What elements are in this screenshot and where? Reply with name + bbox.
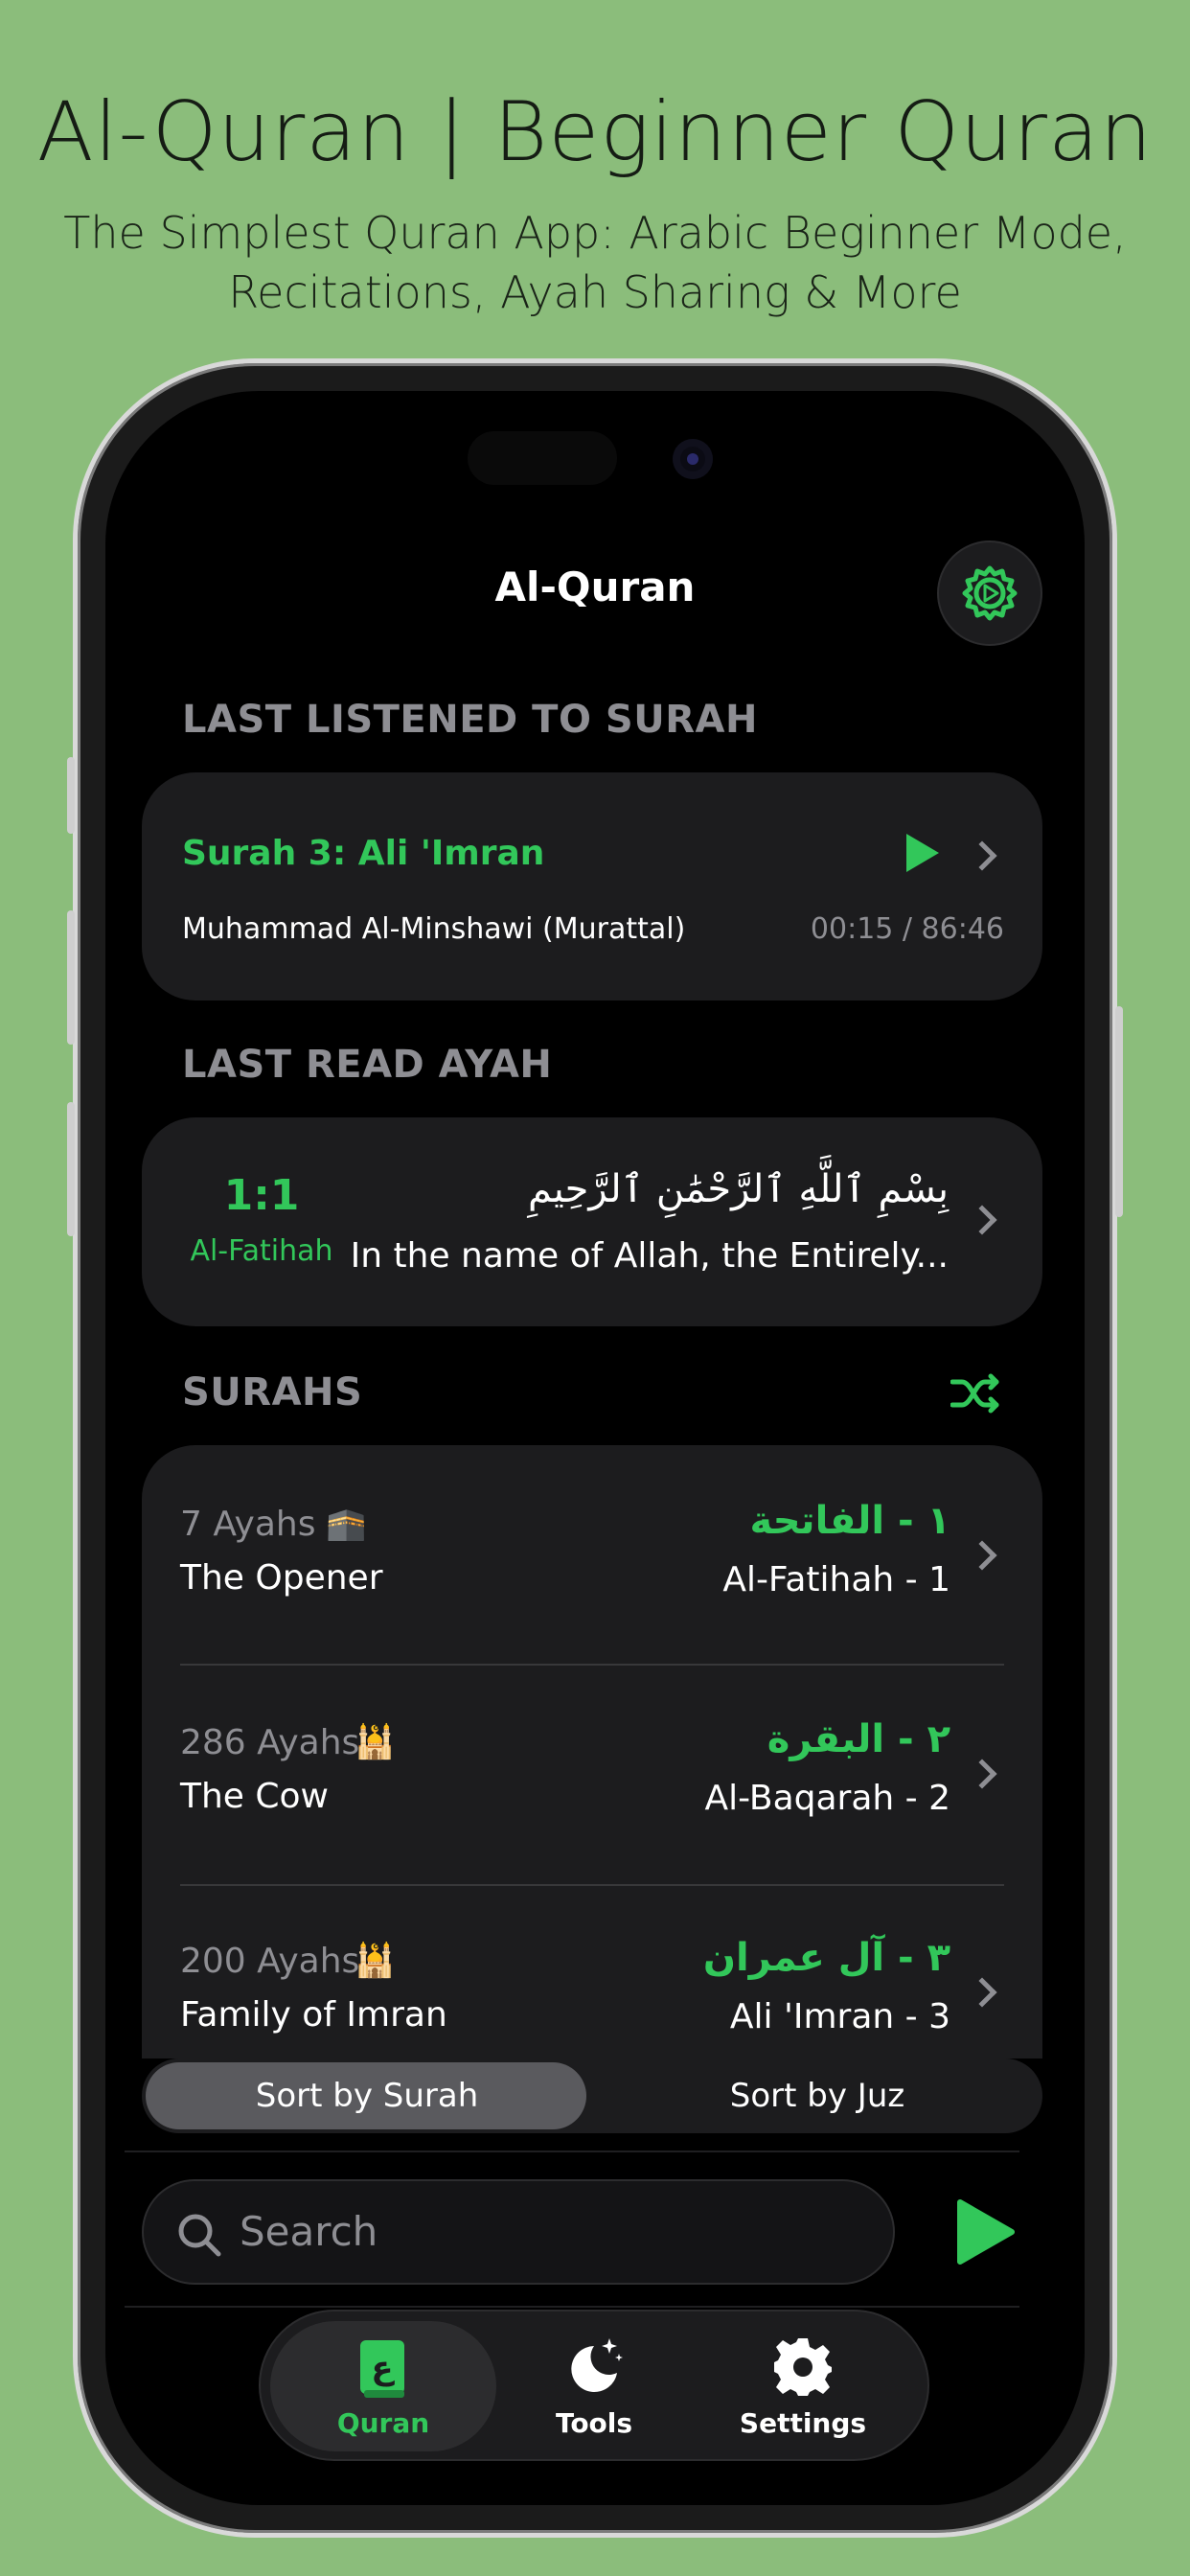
svg-text:ع: ع bbox=[371, 2349, 395, 2387]
last-listened-surah: Surah 3: Ali 'Imran bbox=[182, 834, 545, 873]
tabbar-top-divider bbox=[125, 2306, 1019, 2308]
quran-book-icon: ع bbox=[360, 2340, 404, 2398]
gear-play-icon bbox=[962, 565, 1018, 621]
surah-ayah-count: 200 Ayahs bbox=[180, 1942, 360, 1981]
moon-stars-icon bbox=[571, 2338, 623, 2392]
front-camera bbox=[673, 439, 713, 479]
gear-icon bbox=[774, 2338, 832, 2396]
surah-arabic-name: ٢ - البقرة bbox=[767, 1717, 950, 1761]
surahs-section-label: SURAHS bbox=[182, 1370, 363, 1414]
tab-bar: ع Quran Tools Settings bbox=[259, 2310, 929, 2461]
chevron-right-icon bbox=[967, 1977, 997, 2008]
play-all-button[interactable] bbox=[956, 2198, 1016, 2266]
dynamic-island bbox=[468, 431, 617, 485]
play-icon[interactable] bbox=[906, 834, 939, 872]
surah-english-name: The Cow bbox=[180, 1777, 330, 1816]
surah-transliteration: Al-Baqarah - 2 bbox=[704, 1779, 950, 1818]
surah-ayah-count: 7 Ayahs bbox=[180, 1505, 316, 1544]
surah-row-3[interactable]: 200 Ayahs 🕌 Family of Imran ٣ - آل عمران… bbox=[142, 1886, 1042, 2058]
tab-tools-label: Tools bbox=[555, 2407, 633, 2439]
chevron-right-icon bbox=[967, 840, 997, 871]
surah-transliteration: Ali 'Imran - 3 bbox=[729, 1997, 950, 2036]
last-listened-section-label: LAST LISTENED TO SURAH bbox=[182, 698, 758, 742]
surah-english-name: The Opener bbox=[180, 1558, 383, 1598]
kaaba-icon: 🕋 bbox=[326, 1505, 367, 1543]
surah-row-1[interactable]: 7 Ayahs 🕋 The Opener ١ - الفاتحة Al-Fati… bbox=[142, 1445, 1042, 1664]
last-listened-time: 00:15 / 86:46 bbox=[810, 912, 1004, 946]
last-listened-card[interactable]: Surah 3: Ali 'Imran Muhammad Al-Minshawi… bbox=[142, 772, 1042, 1000]
promo-subtitle-line-2: Recitations, Ayah Sharing & More bbox=[228, 266, 962, 318]
promo-subtitle-line-1: The Simplest Quran App: Arabic Beginner … bbox=[63, 207, 1127, 259]
promo-subtitle: The Simplest Quran App: Arabic Beginner … bbox=[57, 203, 1133, 322]
tab-settings[interactable]: Settings bbox=[707, 2312, 899, 2463]
last-read-arabic: بِسْمِ ٱللَّهِ ٱلرَّحْمَٰنِ ٱلرَّحِيمِ bbox=[527, 1167, 949, 1211]
mosque-icon: 🕌 bbox=[355, 1723, 396, 1761]
tab-quran-label: Quran bbox=[336, 2407, 430, 2439]
surah-list: 7 Ayahs 🕋 The Opener ١ - الفاتحة Al-Fati… bbox=[142, 1445, 1042, 2058]
tab-tools[interactable]: Tools bbox=[498, 2312, 690, 2463]
sort-segmented-control: Sort by Surah Sort by Juz bbox=[142, 2058, 1042, 2133]
last-listened-reciter: Muhammad Al-Minshawi (Murattal) bbox=[182, 912, 686, 946]
surah-arabic-name: ١ - الفاتحة bbox=[749, 1499, 950, 1543]
promo-title: Al-Quran | Beginner Quran bbox=[36, 84, 1154, 180]
last-read-section-label: LAST READ AYAH bbox=[182, 1043, 553, 1087]
surah-english-name: Family of Imran bbox=[180, 1995, 447, 2035]
shuffle-icon[interactable] bbox=[950, 1372, 1000, 1414]
phone-volume-down-button bbox=[67, 1102, 75, 1236]
surah-ayah-count: 286 Ayahs bbox=[180, 1723, 360, 1762]
surah-row-2[interactable]: 286 Ayahs 🕌 The Cow ٢ - البقرة Al-Baqara… bbox=[142, 1666, 1042, 1884]
last-read-surah-name: Al-Fatihah bbox=[190, 1234, 333, 1268]
phone-power-button bbox=[1115, 1006, 1123, 1217]
search-icon bbox=[178, 2214, 221, 2257]
chevron-right-icon bbox=[967, 1759, 997, 1789]
chevron-right-icon bbox=[967, 1205, 997, 1235]
search-input[interactable]: Search bbox=[240, 2208, 378, 2255]
phone-screen: Al-Quran LAST LISTENED TO SURAH Surah 3:… bbox=[105, 391, 1085, 2505]
sort-by-surah-tab[interactable]: Sort by Surah bbox=[142, 2058, 592, 2133]
search-top-divider bbox=[125, 2150, 1019, 2152]
sort-by-juz-tab[interactable]: Sort by Juz bbox=[592, 2058, 1042, 2133]
search-field[interactable]: Search bbox=[142, 2179, 895, 2285]
last-read-translation: In the name of Allah, the Entirely... bbox=[350, 1236, 949, 1276]
mosque-icon: 🕌 bbox=[355, 1942, 396, 1980]
surah-transliteration: Al-Fatihah - 1 bbox=[722, 1560, 950, 1599]
last-read-ayah-ref: 1:1 bbox=[223, 1171, 300, 1220]
settings-quick-button[interactable] bbox=[937, 540, 1042, 646]
phone-action-button bbox=[67, 757, 75, 834]
surah-arabic-name: ٣ - آل عمران bbox=[702, 1936, 950, 1980]
phone-volume-up-button bbox=[67, 910, 75, 1045]
chevron-right-icon bbox=[967, 1540, 997, 1571]
tab-settings-label: Settings bbox=[739, 2407, 867, 2439]
tab-quran[interactable]: ع Quran bbox=[287, 2312, 479, 2463]
last-read-card[interactable]: 1:1 Al-Fatihah بِسْمِ ٱللَّهِ ٱلرَّحْمَٰ… bbox=[142, 1117, 1042, 1326]
